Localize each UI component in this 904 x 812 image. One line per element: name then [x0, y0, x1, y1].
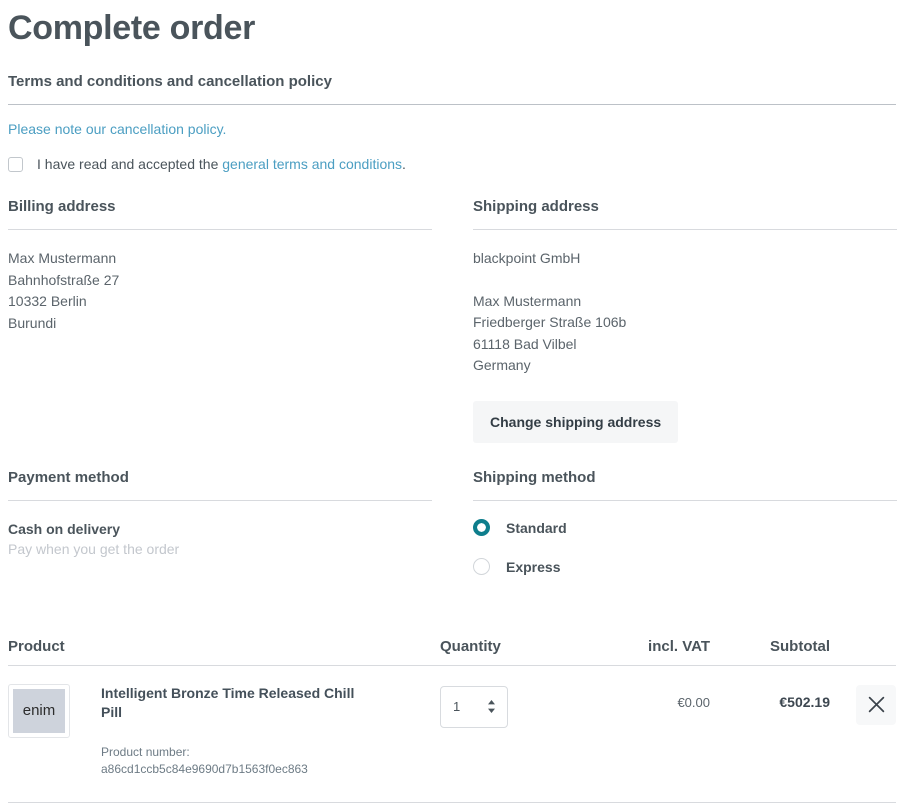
terms-consent-text: I have read and accepted the — [37, 156, 223, 172]
payment-method-description: Pay when you get the order — [8, 540, 180, 557]
radio-standard[interactable] — [473, 519, 490, 536]
shipping-method-heading: Shipping method — [473, 468, 596, 486]
general-terms-link[interactable]: general terms and conditions — [222, 156, 402, 172]
column-gap — [432, 197, 473, 443]
billing-address-section: Billing address Max Mustermann Bahnhofst… — [8, 197, 432, 443]
shipping-address-section: Shipping address blackpoint GmbH Max Mus… — [473, 197, 897, 443]
product-table-bottom-divider — [8, 801, 896, 803]
payment-method-section: Payment method Cash on delivery Pay when… — [8, 468, 432, 576]
page-title: Complete order — [8, 9, 256, 47]
billing-address-line: Bahnhofstraße 27 — [8, 271, 120, 288]
product-thumbnail-frame[interactable]: enim — [8, 683, 70, 738]
close-icon — [868, 696, 885, 713]
product-info: Intelligent Bronze Time Released Chill P… — [101, 684, 363, 778]
product-name[interactable]: Intelligent Bronze Time Released Chill P… — [101, 684, 363, 723]
shipping-method-divider — [473, 499, 897, 501]
terms-section: Terms and conditions and cancellation po… — [8, 72, 896, 173]
payment-method-name: Cash on delivery — [8, 520, 121, 537]
column-gap — [432, 468, 473, 576]
payment-method-divider — [8, 499, 432, 501]
product-number-label: Product number: — [101, 744, 190, 759]
cancellation-policy-row: Please note our cancellation policy. — [8, 121, 896, 139]
quantity-value: 1 — [453, 699, 461, 714]
shipping-address-divider — [473, 229, 897, 230]
cancellation-policy-link[interactable]: Please note our cancellation policy. — [8, 121, 226, 137]
radio-standard-label: Standard — [506, 519, 567, 536]
quantity-cell: 1 — [440, 684, 590, 728]
remove-item-button[interactable] — [856, 684, 896, 725]
terms-consent-row[interactable]: I have read and accepted the general ter… — [8, 155, 896, 173]
product-cell: enim Intelligent Bronze Time Released Ch… — [8, 683, 440, 778]
subtotal-cell: €502.19 — [779, 693, 830, 710]
radio-express-label: Express — [506, 558, 561, 575]
product-table: Product Quantity incl. VAT Subtotal enim… — [8, 638, 896, 803]
terms-consent-checkbox[interactable] — [8, 156, 23, 172]
terms-consent-suffix: . — [402, 156, 406, 172]
terms-consent-label: I have read and accepted the general ter… — [37, 155, 406, 173]
billing-address-line: 10332 Berlin — [8, 293, 87, 309]
vat-cell: €0.00 — [677, 694, 710, 710]
billing-address-body: Max Mustermann Bahnhofstraße 27 10332 Be… — [8, 248, 432, 334]
radio-express[interactable] — [473, 558, 490, 575]
shipping-method-option-standard[interactable]: Standard — [473, 519, 897, 537]
remove-cell — [830, 684, 896, 725]
shipping-address-line: 61118 Bad Vilbel — [473, 335, 577, 352]
product-number: Product number: a86cd1ccb5c84e9690d7b156… — [101, 744, 363, 778]
shipping-method-option-express[interactable]: Express — [473, 558, 897, 576]
chevron-updown-icon[interactable] — [487, 699, 496, 714]
shipping-method-section: Shipping method Standard Express — [473, 468, 897, 576]
change-shipping-address-button[interactable]: Change shipping address — [473, 400, 679, 443]
product-thumbnail: enim — [13, 688, 65, 733]
column-header-subtotal: Subtotal — [770, 637, 830, 655]
column-header-product: Product — [8, 637, 65, 655]
terms-divider — [8, 104, 896, 105]
shipping-address-line: Max Mustermann — [473, 292, 582, 309]
billing-address-line: Burundi — [8, 314, 57, 331]
billing-address-heading: Billing address — [8, 198, 116, 215]
shipping-address-line: Germany — [473, 357, 531, 373]
billing-address-line: Max Mustermann — [8, 250, 117, 266]
billing-address-divider — [8, 229, 432, 230]
column-header-quantity: Quantity — [440, 637, 501, 655]
shipping-address-heading: Shipping address — [473, 198, 599, 215]
product-table-header: Product Quantity incl. VAT Subtotal — [8, 638, 896, 665]
column-header-vat: incl. VAT — [648, 637, 710, 655]
addresses-row: Billing address Max Mustermann Bahnhofst… — [8, 197, 897, 443]
shipping-address-body: blackpoint GmbH Max Mustermann Friedberg… — [473, 248, 897, 377]
table-row: enim Intelligent Bronze Time Released Ch… — [8, 666, 896, 802]
payment-method-heading: Payment method — [8, 468, 129, 486]
shipping-company: blackpoint GmbH — [473, 250, 581, 266]
terms-heading: Terms and conditions and cancellation po… — [8, 73, 332, 90]
shipping-address-line: Friedberger Straße 106b — [473, 314, 627, 330]
complete-order-page: Complete order Terms and conditions and … — [0, 0, 904, 812]
product-number-value: a86cd1ccb5c84e9690d7b1563f0ec863 — [101, 761, 308, 776]
methods-row: Payment method Cash on delivery Pay when… — [8, 468, 897, 576]
quantity-stepper[interactable]: 1 — [440, 685, 508, 728]
